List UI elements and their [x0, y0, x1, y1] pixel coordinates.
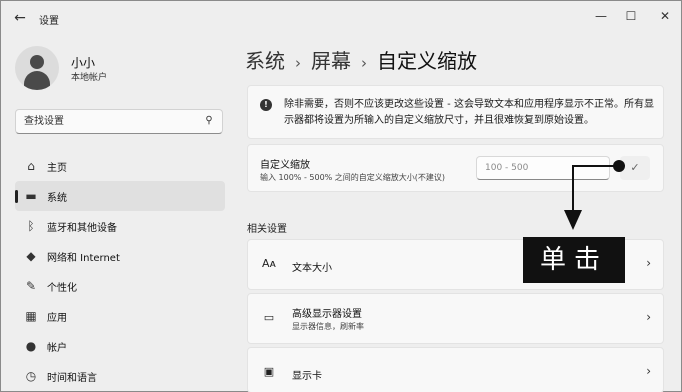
active-indicator: [15, 190, 18, 203]
close-icon[interactable]: ✕: [653, 7, 677, 25]
chevron-right-icon: ›: [295, 54, 301, 72]
account-type: 本地帐户: [71, 73, 108, 83]
avatar-body-shape: [24, 71, 50, 90]
breadcrumb-system[interactable]: 系统: [245, 49, 285, 73]
monitor-icon: ▬: [25, 189, 37, 203]
graphics-card-row[interactable]: ▣ 显示卡 ›: [247, 347, 664, 392]
maximize-icon[interactable]: ☐: [619, 7, 643, 25]
sidebar-item-label: 网络和 Internet: [47, 253, 120, 264]
annotation-line-horizontal: [572, 165, 615, 167]
avatar[interactable]: [15, 46, 59, 90]
settings-window: ← 设置 — ☐ ✕ 小小 本地帐户 ⚲ ⌂ 主页 ▬ 系统 ᛒ 蓝牙和其他设备…: [0, 0, 682, 392]
annotation-label: 单击: [523, 237, 625, 283]
custom-scaling-description: 输入 100% - 500% 之间的自定义缩放大小(不建议): [260, 173, 446, 182]
sidebar-item-label: 应用: [47, 313, 67, 324]
related-settings-heading: 相关设置: [247, 224, 287, 235]
advanced-display-row[interactable]: ▭ 高级显示器设置 显示器信息，刷新率 ›: [247, 293, 664, 344]
sidebar-item-home[interactable]: ⌂ 主页: [15, 151, 225, 181]
sidebar-item-time-language[interactable]: ◷ 时间和语言: [15, 361, 225, 391]
row-subtitle: 显示器信息，刷新率: [292, 322, 364, 331]
row-label: 文本大小: [292, 263, 332, 274]
sidebar-item-bluetooth[interactable]: ᛒ 蓝牙和其他设备: [15, 211, 225, 241]
wifi-icon: ◆: [26, 249, 36, 263]
app-title: 设置: [39, 16, 59, 27]
breadcrumb: 系统 › 屏幕 › 自定义缩放: [245, 45, 477, 74]
apps-icon: ▦: [25, 309, 37, 323]
back-arrow-icon[interactable]: ←: [11, 9, 29, 27]
minimize-icon[interactable]: —: [589, 7, 613, 25]
sidebar-item-apps[interactable]: ▦ 应用: [15, 301, 225, 331]
sidebar-item-system[interactable]: ▬ 系统: [15, 181, 225, 211]
monitor-icon: ▭: [263, 311, 275, 324]
sidebar-item-label: 主页: [47, 163, 67, 174]
sidebar-item-label: 时间和语言: [47, 373, 97, 384]
sidebar-item-personalization[interactable]: ✎ 个性化: [15, 271, 225, 301]
annotation-arrow-icon: [564, 210, 582, 230]
sidebar-item-label: 个性化: [47, 283, 77, 294]
scale-input[interactable]: [476, 156, 610, 180]
user-name: 小小: [71, 56, 96, 70]
avatar-head-shape: [30, 55, 44, 69]
search-box[interactable]: ⚲: [15, 109, 223, 134]
chevron-right-icon: ›: [646, 364, 651, 378]
custom-scaling-card: 自定义缩放 输入 100% - 500% 之间的自定义缩放大小(不建议) ✓: [247, 144, 664, 192]
sidebar-nav: ⌂ 主页 ▬ 系统 ᛒ 蓝牙和其他设备 ◆ 网络和 Internet ✎ 个性化…: [15, 151, 225, 391]
breadcrumb-display[interactable]: 屏幕: [311, 49, 351, 73]
title-bar: ← 设置 — ☐ ✕: [1, 1, 681, 35]
warning-text: 除非需要，否则不应该更改这些设置 - 这会导致文本和应用程序显示不正常。所有显示…: [284, 99, 654, 126]
bluetooth-icon: ᛒ: [27, 219, 35, 233]
info-icon: !: [260, 99, 272, 111]
text-size-icon: Aᴀ: [261, 257, 277, 270]
search-input[interactable]: [16, 110, 196, 133]
annotation-line-vertical: [572, 165, 574, 211]
row-label: 显示卡: [292, 371, 322, 382]
person-icon: ●: [25, 339, 37, 353]
sidebar-item-accounts[interactable]: ● 帐户: [15, 331, 225, 361]
chevron-right-icon: ›: [646, 310, 651, 324]
sidebar-item-label: 蓝牙和其他设备: [47, 223, 117, 234]
chevron-right-icon: ›: [361, 54, 367, 72]
warning-card: ! 除非需要，否则不应该更改这些设置 - 这会导致文本和应用程序显示不正常。所有…: [247, 85, 664, 139]
clock-icon: ◷: [25, 369, 37, 383]
page-title: 自定义缩放: [377, 49, 477, 73]
sidebar-item-network[interactable]: ◆ 网络和 Internet: [15, 241, 225, 271]
custom-scaling-title: 自定义缩放: [260, 160, 310, 171]
home-icon: ⌂: [27, 159, 35, 173]
brush-icon: ✎: [25, 279, 37, 293]
search-icon[interactable]: ⚲: [202, 114, 216, 128]
sidebar-item-label: 系统: [47, 193, 67, 204]
row-label: 高级显示器设置: [292, 309, 362, 320]
sidebar-item-label: 帐户: [47, 343, 67, 354]
chevron-right-icon: ›: [646, 256, 651, 270]
gpu-icon: ▣: [263, 365, 275, 378]
